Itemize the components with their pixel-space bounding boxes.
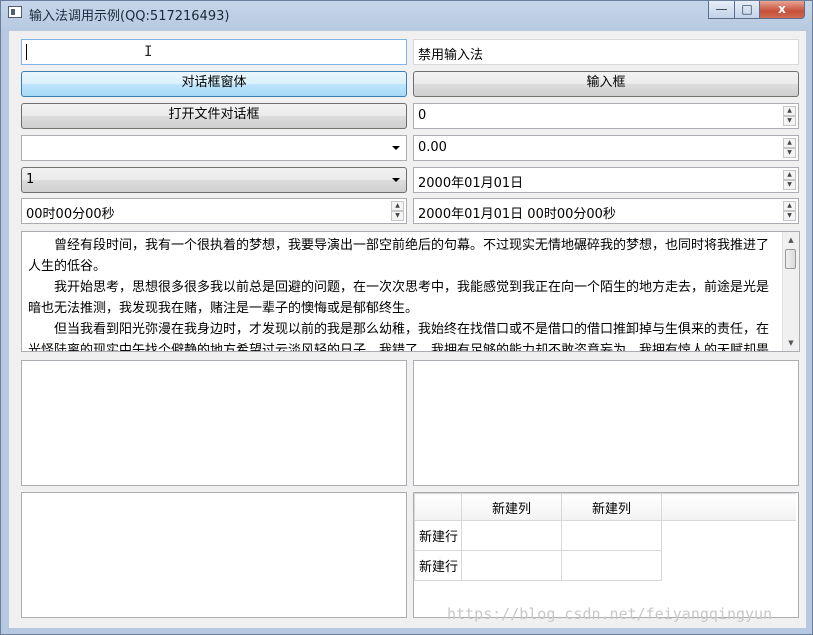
datetime-edit-value: 2000年01月01日 00时00分00秒 [418, 207, 616, 222]
dialog-window-button[interactable]: 对话框窗体 [21, 71, 407, 97]
table-cell[interactable] [561, 520, 662, 551]
datetime-edit[interactable]: 2000年01月01日 00时00分00秒 ▲ ▼ [413, 198, 799, 224]
maximize-button[interactable]: □ [734, 1, 760, 19]
paragraph: 我开始思考，思想很多很多我以前总是回避的问题，在一次次思考中，我能感觉到我正在向… [28, 280, 770, 316]
spin-up-icon[interactable]: ▲ [783, 138, 796, 148]
spin-down-icon[interactable]: ▼ [783, 180, 796, 190]
corner-header [414, 493, 462, 521]
close-button[interactable]: x [759, 1, 805, 19]
text-input[interactable]: I [21, 39, 407, 65]
table-cell[interactable] [461, 550, 562, 581]
column-header[interactable]: 新建列 [461, 493, 562, 521]
tree-view[interactable] [21, 492, 407, 618]
table-cell[interactable] [461, 520, 562, 551]
paragraph: 曾经有段时间，我有一个很执着的梦想，我要导演出一部空前绝后的句幕。不过现实无情地… [28, 238, 770, 274]
date-edit-stepper[interactable]: ▲ ▼ [783, 170, 796, 190]
app-icon [8, 6, 22, 18]
list-view-left[interactable] [21, 360, 407, 486]
column-header[interactable]: 新建列 [561, 493, 662, 521]
spin-up-icon[interactable]: ▲ [391, 201, 404, 211]
table-cell[interactable] [561, 550, 662, 581]
header-filler [661, 493, 796, 521]
disabled-ime-input-value: 禁用输入法 [418, 48, 484, 63]
table-widget[interactable]: 新建列 新建列 新建行 新建行 [413, 492, 799, 618]
scroll-up-icon[interactable]: ▲ [783, 232, 799, 248]
text-caret [26, 44, 27, 60]
empty-area [662, 521, 797, 551]
chevron-down-icon [392, 146, 400, 150]
time-edit[interactable]: 00时00分00秒 ▲ ▼ [21, 198, 407, 224]
watermark: https://blog.csdn.net/feiyangqingyun [447, 605, 773, 623]
spin-up-icon[interactable]: ▲ [783, 201, 796, 211]
paragraph: 但当我看到阳光弥漫在我身边时，才发现以前的我是那么幼稚，我始终在找借口或不是借口… [28, 322, 770, 352]
list-view-right[interactable] [413, 360, 799, 486]
disabled-ime-input[interactable]: 禁用输入法 [413, 39, 799, 65]
title-bar[interactable]: 输入法调用示例(QQ:517216493) — □ x [1, 1, 812, 25]
combo-box-empty[interactable] [21, 135, 407, 161]
chevron-down-icon [392, 178, 400, 182]
open-file-dialog-button[interactable]: 打开文件对话框 [21, 103, 407, 129]
rich-text-editor[interactable]: 曾经有段时间，我有一个很执着的梦想，我要导演出一部空前绝后的句幕。不过现实无情地… [21, 231, 800, 352]
datetime-edit-stepper[interactable]: ▲ ▼ [783, 201, 796, 221]
spin-down-icon[interactable]: ▼ [783, 116, 796, 126]
main-window: 输入法调用示例(QQ:517216493) — □ x I 禁用输入法 对话框窗… [0, 0, 813, 635]
spinbox-stepper[interactable]: ▲ ▼ [783, 106, 796, 126]
spin-down-icon[interactable]: ▼ [783, 211, 796, 221]
scroll-down-icon[interactable]: ▼ [783, 335, 799, 351]
combo-box[interactable]: 1 [21, 167, 407, 193]
text-content: 曾经有段时间，我有一个很执着的梦想，我要导演出一部空前绝后的句幕。不过现实无情地… [22, 232, 799, 352]
window-title: 输入法调用示例(QQ:517216493) [29, 9, 230, 24]
row-header[interactable]: 新建行 [414, 550, 462, 581]
spinbox[interactable]: 0 ▲ ▼ [413, 103, 799, 129]
double-spinbox-value: 0.00 [418, 140, 447, 155]
spin-down-icon[interactable]: ▼ [783, 148, 796, 158]
spin-up-icon[interactable]: ▲ [783, 106, 796, 116]
scroll-thumb[interactable] [785, 249, 796, 269]
double-spinbox[interactable]: 0.00 ▲ ▼ [413, 135, 799, 161]
spin-down-icon[interactable]: ▼ [391, 211, 404, 221]
spin-up-icon[interactable]: ▲ [783, 170, 796, 180]
combo-box-value: 1 [26, 172, 35, 187]
double-spinbox-stepper[interactable]: ▲ ▼ [783, 138, 796, 158]
time-edit-value: 00时00分00秒 [26, 207, 115, 222]
date-edit-value: 2000年01月01日 [418, 176, 524, 191]
input-box-button[interactable]: 输入框 [413, 71, 799, 97]
row-header[interactable]: 新建行 [414, 520, 462, 551]
minimize-button[interactable]: — [708, 1, 735, 19]
client-area: I 禁用输入法 对话框窗体 输入框 打开文件对话框 0 ▲ ▼ 0.00 ▲ ▼ [9, 31, 806, 628]
time-edit-stepper[interactable]: ▲ ▼ [391, 201, 404, 221]
ibeam-cursor-icon: I [144, 44, 153, 60]
empty-area [662, 551, 797, 581]
date-edit[interactable]: 2000年01月01日 ▲ ▼ [413, 167, 799, 193]
data-table: 新建列 新建列 新建行 新建行 [414, 493, 796, 581]
spinbox-value: 0 [418, 108, 427, 123]
vertical-scrollbar[interactable]: ▲ ▼ [782, 232, 799, 351]
